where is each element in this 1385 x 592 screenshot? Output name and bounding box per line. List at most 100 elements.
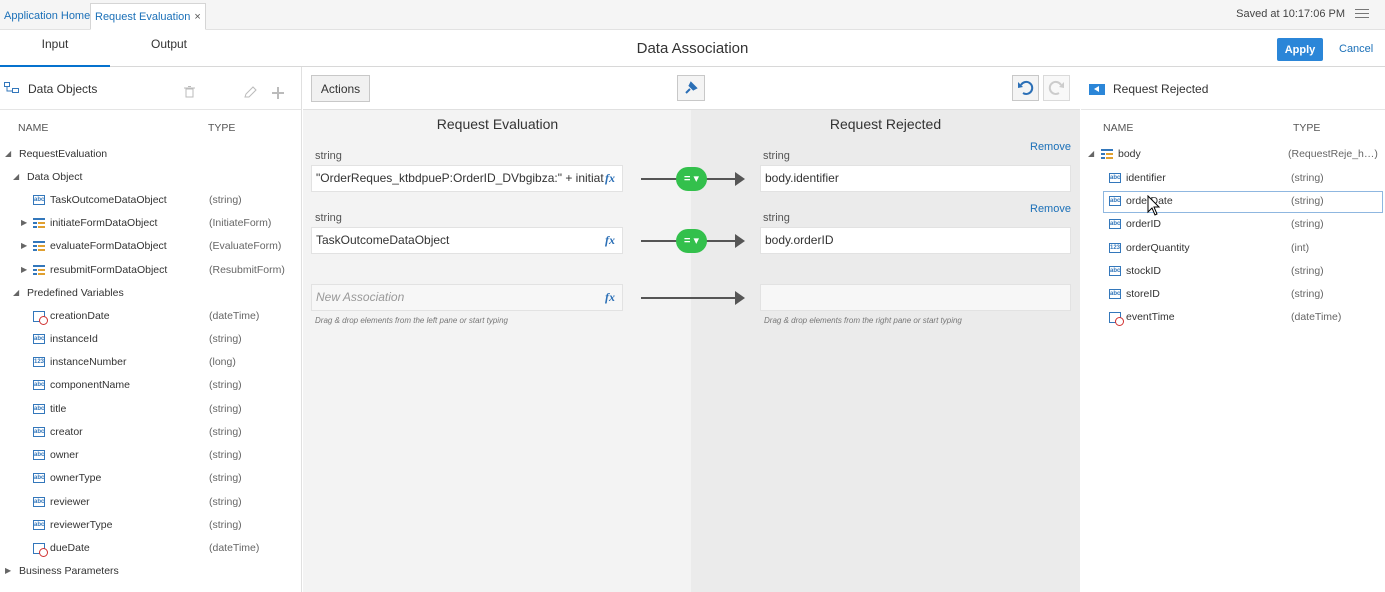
undo-icon: [1018, 80, 1034, 95]
tab-application-home[interactable]: Application Home: [0, 3, 94, 30]
tree-node-creation-date[interactable]: creationDate: [33, 307, 110, 325]
cancel-link[interactable]: Cancel: [1339, 43, 1373, 55]
tree-node-resubmit-form[interactable]: resubmitFormDataObject: [33, 261, 167, 279]
tree-node-type: (long): [209, 356, 236, 368]
tree-node-body[interactable]: body: [1101, 145, 1141, 163]
tree-node-instance-id[interactable]: abc instanceId: [33, 330, 98, 348]
tree-node-order-id[interactable]: abc orderID: [1109, 215, 1161, 233]
string-type-icon: abc: [33, 473, 45, 484]
new-association-target-input[interactable]: [760, 284, 1071, 311]
target-field[interactable]: body.orderID: [760, 227, 1071, 254]
collapse-triangle-icon[interactable]: ◢: [1088, 145, 1094, 163]
new-association-connector: [641, 285, 745, 311]
tree-node-component-name[interactable]: abc componentName: [33, 376, 130, 394]
collapse-triangle-icon[interactable]: ◢: [5, 145, 11, 163]
expression-builder-icon[interactable]: fx: [605, 166, 615, 191]
tree-node-task-outcome[interactable]: abc TaskOutcomeDataObject: [33, 191, 167, 209]
tree-node-label: dueDate: [50, 542, 90, 554]
plus-icon[interactable]: [272, 87, 284, 99]
tree-node-order-quantity[interactable]: 123 orderQuantity: [1109, 239, 1190, 257]
tree-node-owner-type[interactable]: abc ownerType: [33, 469, 101, 487]
tree-node-due-date[interactable]: dueDate: [33, 539, 90, 557]
source-expression-field[interactable]: "OrderReques_ktbdpueP:OrderID_DVbgibza:"…: [311, 165, 623, 192]
redo-button[interactable]: [1043, 75, 1070, 101]
object-type-icon: [33, 264, 45, 276]
expand-triangle-icon[interactable]: ▶: [21, 237, 27, 255]
tree-node-stock-id[interactable]: abc stockID: [1109, 262, 1161, 280]
tree-node-business-parameters[interactable]: Business Parameters: [19, 562, 119, 580]
redo-icon: [1048, 80, 1064, 95]
string-type-icon: abc: [33, 520, 45, 531]
actions-button[interactable]: Actions: [311, 75, 370, 102]
tree-node-data-object[interactable]: Data Object: [27, 168, 82, 186]
panel-title: Request Rejected: [1113, 82, 1209, 96]
pencil-icon[interactable]: [244, 86, 257, 98]
undo-button[interactable]: [1012, 75, 1039, 101]
target-field[interactable]: body.identifier: [760, 165, 1071, 192]
tree-node-owner[interactable]: abc owner: [33, 446, 79, 464]
collapse-panel-icon[interactable]: [1089, 84, 1105, 95]
assign-toggle[interactable]: = ▾: [676, 229, 707, 253]
collapse-triangle-icon[interactable]: ◢: [13, 168, 19, 186]
data-objects-panel: Data Objects NAME TYPE ◢ RequestEvaluati…: [0, 67, 302, 592]
collapse-triangle-icon[interactable]: ◢: [13, 284, 19, 302]
expand-triangle-icon[interactable]: ▶: [21, 214, 27, 232]
tree-node-reviewer-type[interactable]: abc reviewerType: [33, 516, 112, 534]
tree-node-type: (string): [209, 194, 242, 206]
tree-node-identifier[interactable]: abc identifier: [1109, 169, 1166, 187]
source-type-label: string: [315, 212, 342, 224]
target-type-label: string: [763, 212, 790, 224]
tree-node-type: (int): [1291, 242, 1310, 254]
number-type-icon: 123: [33, 357, 45, 368]
tree-node-type: (string): [209, 379, 242, 391]
column-header-name: NAME: [1103, 122, 1134, 134]
expression-builder-icon[interactable]: fx: [605, 285, 615, 310]
tree-node-predefined-variables[interactable]: Predefined Variables: [27, 284, 124, 302]
assign-toggle[interactable]: = ▾: [676, 167, 707, 191]
menu-icon[interactable]: [1355, 9, 1369, 20]
string-type-icon: abc: [1109, 173, 1121, 184]
tree-node-label: reviewer: [50, 496, 90, 508]
panel-header: Request Rejected: [1081, 67, 1385, 110]
datetime-type-icon: [1109, 311, 1124, 326]
tab-request-evaluation[interactable]: Request Evaluation ×: [90, 3, 206, 30]
tab-output[interactable]: Output: [114, 30, 224, 67]
tab-input[interactable]: Input: [0, 30, 110, 67]
remove-association-link[interactable]: Remove: [1030, 203, 1071, 215]
mapping-canvas: Actions Request Evaluation Request Rejec…: [303, 67, 1080, 592]
tree-node-initiate-form[interactable]: initiateFormDataObject: [33, 214, 157, 232]
expression-builder-icon[interactable]: fx: [605, 228, 615, 253]
new-association-source-input[interactable]: New Association fx: [311, 284, 623, 311]
source-expression-field[interactable]: TaskOutcomeDataObject fx: [311, 227, 623, 254]
remove-association-link[interactable]: Remove: [1030, 141, 1071, 153]
tree-node-label: orderQuantity: [1126, 242, 1190, 254]
data-association-header: Input Output Data Association Apply Canc…: [0, 30, 1385, 67]
expand-triangle-icon[interactable]: ▶: [21, 261, 27, 279]
string-type-icon: abc: [33, 195, 45, 206]
tree-node-event-time[interactable]: eventTime: [1109, 308, 1175, 326]
string-type-icon: abc: [1109, 266, 1121, 277]
datetime-type-icon: [33, 310, 48, 325]
tree-node-evaluate-form[interactable]: evaluateFormDataObject: [33, 237, 167, 255]
object-type-icon: [1101, 148, 1113, 160]
tab-label: Request Evaluation: [95, 11, 191, 23]
pin-button[interactable]: [677, 75, 705, 101]
tree-node-label: owner: [50, 449, 79, 461]
close-icon[interactable]: ×: [194, 11, 200, 23]
tree-node-type: (string): [209, 519, 242, 531]
tree-node-type: (string): [1291, 195, 1324, 207]
tree-node-type: (ResubmitForm): [209, 264, 285, 276]
tree-node-store-id[interactable]: abc storeID: [1109, 285, 1160, 303]
apply-button[interactable]: Apply: [1277, 38, 1323, 61]
tree-node-reviewer[interactable]: abc reviewer: [33, 493, 90, 511]
tree-node-type: (dateTime): [209, 310, 260, 322]
tree-node-label: storeID: [1126, 288, 1160, 300]
tree-node-title[interactable]: abc title: [33, 400, 66, 418]
tree-node-order-date[interactable]: abcorderDate: [1109, 192, 1173, 210]
expand-triangle-icon[interactable]: ▶: [5, 562, 11, 580]
tree-node-creator[interactable]: abc creator: [33, 423, 83, 441]
tree-node-request-evaluation[interactable]: RequestEvaluation: [19, 145, 107, 163]
tree-node-instance-number[interactable]: 123 instanceNumber: [33, 353, 126, 371]
trash-icon[interactable]: [184, 86, 195, 98]
saved-status: Saved at 10:17:06 PM: [1236, 8, 1345, 20]
